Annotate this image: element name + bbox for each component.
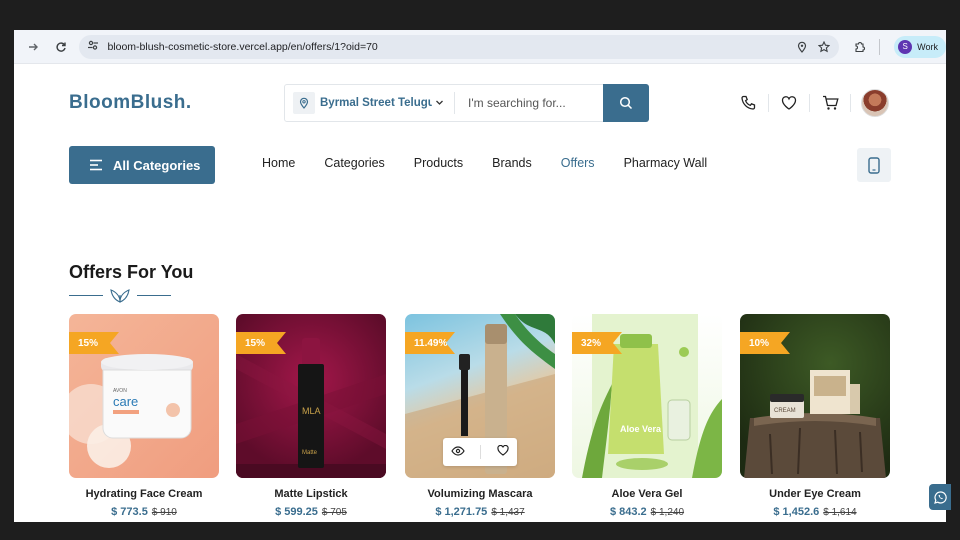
quick-actions <box>443 438 517 466</box>
search-button[interactable] <box>603 84 649 122</box>
all-categories-label: All Categories <box>113 157 201 173</box>
price-current: $ 1,452.6 <box>773 506 820 518</box>
nav-item-products[interactable]: Products <box>414 156 463 170</box>
product-card[interactable]: MLA Matte 15% Matte Lipstick $ 599.25 $ 7… <box>236 314 386 518</box>
cream-brand-text: care <box>113 394 138 409</box>
header-divider <box>809 94 810 112</box>
product-card[interactable]: AVON care 15% Hydrating Face Cream $ 773… <box>69 314 219 518</box>
location-selector[interactable]: Byrmal Street Telugu <box>320 97 432 109</box>
product-card[interactable]: 11.49% Volumizing Mascara $ 1,271.75 $ 1,… <box>405 314 555 518</box>
product-image[interactable]: CREAM 10% <box>740 314 890 478</box>
product-price: $ 773.5 $ 910 <box>69 506 219 518</box>
profile-button[interactable]: S Work <box>894 35 947 58</box>
lipstick-type-text: Matte <box>302 450 318 456</box>
product-name[interactable]: Volumizing Mascara <box>405 488 555 500</box>
product-image[interactable]: 11.49% <box>405 314 555 478</box>
price-original: $ 705 <box>321 507 347 518</box>
price-current: $ 1,271.75 <box>435 506 488 518</box>
nav-item-pharmacy-wall[interactable]: Pharmacy Wall <box>624 156 708 170</box>
mobile-phone-icon <box>868 156 880 174</box>
aloe-label-text: Aloe Vera <box>620 424 662 434</box>
search-divider <box>454 92 455 114</box>
quick-view-icon[interactable] <box>451 443 465 461</box>
header-actions <box>738 89 889 117</box>
price-current: $ 773.5 <box>111 506 148 518</box>
header-divider <box>850 94 851 112</box>
section-title: Offers For You <box>69 262 194 282</box>
profile-avatar: S <box>898 39 913 54</box>
nav-item-home[interactable]: Home <box>262 156 295 170</box>
lipstick-brand-text: MLA <box>302 406 321 416</box>
forward-icon[interactable] <box>24 38 42 56</box>
search-icon <box>619 96 633 110</box>
product-price: $ 599.25 $ 705 <box>236 506 386 518</box>
user-avatar[interactable] <box>861 89 889 117</box>
quick-divider <box>480 445 482 459</box>
site-info-icon[interactable] <box>87 38 99 56</box>
bookmark-star-icon[interactable] <box>817 40 831 54</box>
leaf-icon <box>110 289 130 303</box>
main-nav: Home Categories Products Brands Offers P… <box>262 156 736 170</box>
search-bar: Byrmal Street Telugu <box>284 84 649 122</box>
price-current: $ 843.2 <box>609 506 647 518</box>
phone-icon[interactable] <box>738 93 758 113</box>
product-card[interactable]: CREAM 10% Under Eye Cream $ 1,452.6 $ 1,6… <box>740 314 890 518</box>
nav-item-categories[interactable]: Categories <box>324 156 384 170</box>
section-ornament <box>69 286 171 304</box>
product-price: $ 1,452.6 $ 1,614 <box>740 506 890 518</box>
product-name[interactable]: Matte Lipstick <box>236 488 386 500</box>
cart-icon[interactable] <box>820 93 840 113</box>
nav-item-brands[interactable]: Brands <box>492 156 532 170</box>
product-name[interactable]: Hydrating Face Cream <box>69 488 219 500</box>
whatsapp-icon <box>933 490 947 504</box>
product-image[interactable]: Aloe Vera 32% <box>572 314 722 478</box>
address-bar[interactable]: bloom-blush-cosmetic-store.vercel.app/en… <box>79 34 840 59</box>
map-pin-icon[interactable] <box>293 92 315 114</box>
browser-toolbar: bloom-blush-cosmetic-store.vercel.app/en… <box>14 30 947 64</box>
price-original: $ 1,437 <box>491 507 525 518</box>
price-original: $ 1,240 <box>650 507 685 518</box>
chevron-down-icon[interactable] <box>435 98 444 109</box>
product-price: $ 843.2 $ 1,240 <box>572 506 722 518</box>
url-text[interactable]: bloom-blush-cosmetic-store.vercel.app/en… <box>107 41 787 53</box>
whatsapp-chat-button[interactable] <box>929 484 951 510</box>
extensions-icon[interactable] <box>851 39 867 55</box>
product-name[interactable]: Under Eye Cream <box>740 488 890 500</box>
eye-cream-label-text: CREAM <box>774 408 796 414</box>
wishlist-icon[interactable] <box>497 443 509 461</box>
mobile-app-button[interactable] <box>857 148 891 182</box>
nav-item-offers[interactable]: Offers <box>561 156 595 170</box>
product-name[interactable]: Aloe Vera Gel <box>572 488 722 500</box>
site-logo[interactable]: BloomBlush. <box>69 92 192 114</box>
product-image[interactable]: AVON care 15% <box>69 314 219 478</box>
price-current: $ 599.25 <box>275 506 318 518</box>
price-original: $ 910 <box>151 507 177 518</box>
product-image[interactable]: MLA Matte 15% <box>236 314 386 478</box>
location-pin-icon[interactable] <box>795 40 809 54</box>
menu-icon <box>90 159 102 171</box>
heart-icon[interactable] <box>779 93 799 113</box>
product-price: $ 1,271.75 $ 1,437 <box>405 506 555 518</box>
header-divider <box>768 94 769 112</box>
all-categories-button[interactable]: All Categories <box>69 146 215 184</box>
profile-label: Work <box>917 41 939 52</box>
price-original: $ 1,614 <box>823 507 857 518</box>
product-card[interactable]: Aloe Vera 32% Aloe Vera Gel $ 843.2 $ 1,2… <box>572 314 722 518</box>
reload-icon[interactable] <box>52 38 70 56</box>
toolbar-divider <box>879 38 881 55</box>
search-input[interactable] <box>468 96 603 110</box>
